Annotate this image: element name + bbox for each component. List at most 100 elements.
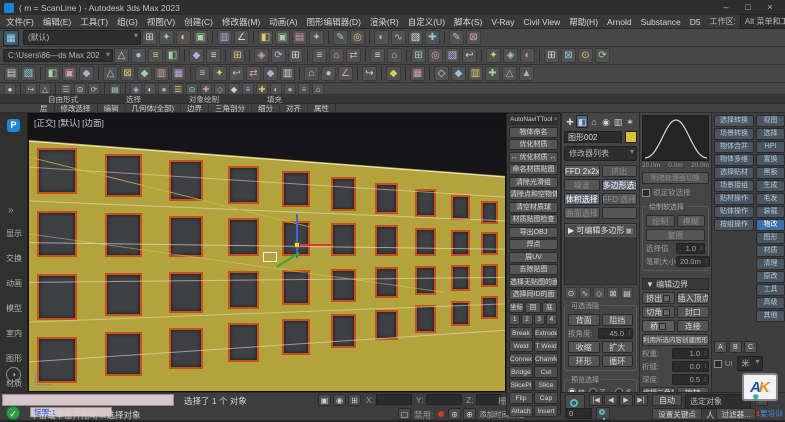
close-button[interactable]: × bbox=[759, 1, 781, 14]
isolate-toggle-icon[interactable]: ◆ bbox=[386, 66, 401, 81]
script-button[interactable]: HPI bbox=[756, 141, 785, 153]
save-scene-icon[interactable]: △ bbox=[114, 48, 129, 63]
poly-tool-button[interactable]: Attach bbox=[509, 405, 533, 417]
menu-item[interactable]: 工具(T) bbox=[80, 16, 108, 28]
script-button[interactable]: 清除光滑组 bbox=[509, 177, 558, 188]
window-opening[interactable] bbox=[228, 166, 259, 204]
chamfer-settings-icon[interactable] bbox=[663, 309, 670, 316]
modifier-button[interactable]: FFD 2x2x2 bbox=[564, 165, 600, 177]
window-opening[interactable] bbox=[228, 271, 259, 309]
ribbon-subtab[interactable]: 对齐 bbox=[280, 103, 308, 114]
create-shape-button[interactable]: 利用所选内容创建图形 bbox=[642, 334, 709, 346]
arnold-render-icon[interactable]: ⊠ bbox=[466, 30, 481, 45]
configure-modifier-sets-icon[interactable]: ▤ bbox=[621, 287, 633, 299]
selection-lock-icon[interactable]: ◉ bbox=[333, 394, 346, 406]
window-opening[interactable] bbox=[228, 323, 259, 361]
window-opening[interactable] bbox=[481, 201, 498, 224]
previous-frame-icon[interactable]: ◀ bbox=[604, 394, 618, 406]
script-button[interactable]: 选择贴材 bbox=[714, 167, 754, 179]
poly-tool-button[interactable]: Break bbox=[509, 327, 533, 339]
script-button[interactable]: 贴材操作 bbox=[714, 193, 754, 205]
menu-item[interactable]: D5 bbox=[690, 17, 701, 27]
stack-item-editable-poly[interactable]: ▶ 可编辑多边形 ▣ bbox=[565, 224, 636, 237]
add-selection-to-layer-icon[interactable]: ✦ bbox=[159, 30, 174, 45]
make-unique-icon[interactable]: ◇ bbox=[593, 287, 605, 299]
ribbon-subtab[interactable]: 几何体(全部) bbox=[126, 103, 182, 114]
modifier-button[interactable]: FFD 选择 bbox=[602, 193, 638, 205]
window-opening[interactable] bbox=[331, 314, 356, 347]
connect-button[interactable]: 连接 bbox=[677, 320, 710, 332]
capture-state-icon[interactable]: ◎ bbox=[350, 30, 365, 45]
create-layer-icon[interactable]: ⊞ bbox=[142, 30, 157, 45]
lock-soft-selection-checkbox[interactable] bbox=[642, 189, 650, 197]
window-opening[interactable] bbox=[105, 273, 142, 317]
window-opening[interactable] bbox=[375, 183, 398, 214]
script-button[interactable]: 选择 bbox=[756, 128, 785, 140]
bind-to-space-warp-icon[interactable]: ⊞ bbox=[288, 48, 303, 63]
selection-filter-icon[interactable]: ≡ bbox=[312, 48, 327, 63]
script-button[interactable]: 原改 bbox=[756, 271, 785, 283]
remove-modifier-icon[interactable]: ⊠ bbox=[607, 287, 619, 299]
menu-item[interactable]: Civil View bbox=[524, 17, 561, 27]
viewport-layout-icon[interactable]: ▦ bbox=[410, 66, 425, 81]
ribbon-subtab[interactable]: 修改选择 bbox=[55, 103, 98, 114]
align-tool-icon[interactable]: ▣ bbox=[62, 66, 77, 81]
dock-item[interactable]: 模型 bbox=[0, 296, 28, 321]
select-and-manipulate-icon[interactable]: ◐ bbox=[520, 48, 535, 63]
time-config-icon[interactable]: ⊕ bbox=[463, 408, 476, 420]
insert-vertex-button[interactable]: 插入顶点 bbox=[677, 292, 710, 304]
extrude-settings-icon[interactable] bbox=[663, 295, 670, 302]
dock-item[interactable]: 动画 bbox=[0, 271, 28, 296]
cap-button[interactable]: 封口 bbox=[677, 306, 710, 318]
modifier-button[interactable]: 多边形选择 bbox=[602, 179, 638, 191]
script-button[interactable]: 场景接组 bbox=[714, 180, 754, 192]
weight-spinner[interactable]: 1.0 bbox=[672, 348, 709, 359]
modifier-button[interactable]: 体积选择 bbox=[564, 193, 600, 205]
script-button[interactable]: 选择转换 bbox=[714, 115, 754, 127]
script-button[interactable]: 视图 bbox=[756, 115, 785, 127]
go-to-start-icon[interactable]: |◀ bbox=[589, 394, 603, 406]
script-button[interactable]: 选择无贴图的面 bbox=[509, 277, 558, 288]
isolate-selection-icon[interactable]: ▥ bbox=[217, 30, 232, 45]
pan-view-icon[interactable]: ▥ bbox=[468, 66, 483, 81]
render-production-icon[interactable]: ◆ bbox=[263, 66, 278, 81]
script-button[interactable]: 场景转换 bbox=[714, 128, 754, 140]
layer-list-dropdown[interactable]: (默认) bbox=[23, 30, 141, 45]
script-button[interactable]: 黑板 bbox=[756, 167, 785, 179]
selection-value-spinner[interactable]: 1.0 bbox=[676, 243, 705, 254]
window-opening[interactable] bbox=[331, 177, 356, 210]
by-angle-spinner[interactable]: 45.0 bbox=[598, 328, 633, 339]
poly-tool-button[interactable]: Chamfer bbox=[534, 353, 558, 365]
script-button[interactable]: 高级 bbox=[756, 297, 785, 309]
revert-button[interactable]: 复原 bbox=[646, 229, 705, 241]
menu-item[interactable]: 自定义(U) bbox=[408, 16, 445, 28]
script-button[interactable]: 展UV bbox=[509, 252, 558, 263]
hide-selected-icon[interactable]: ≡ bbox=[298, 83, 310, 95]
gear-icon[interactable]: ⊛ bbox=[448, 408, 461, 420]
expand-chevron-icon[interactable]: » bbox=[8, 205, 14, 216]
relax-tool-icon[interactable]: ● bbox=[284, 83, 296, 95]
menu-item[interactable]: 修改器(M) bbox=[222, 16, 260, 28]
frame-spinner[interactable]: 0 bbox=[566, 408, 592, 419]
unlink-selection-icon[interactable]: ⟳ bbox=[271, 48, 286, 63]
script-button[interactable]: ↔ 优化材质 ↔ bbox=[509, 152, 558, 163]
depth-spinner[interactable]: 0.5 bbox=[672, 374, 709, 385]
material-id-button[interactable]: 1 bbox=[509, 314, 520, 325]
script-button[interactable]: 焊点 bbox=[509, 239, 558, 250]
rendered-frame-window-icon[interactable]: ▧ bbox=[408, 30, 423, 45]
script-button[interactable]: 材质 bbox=[756, 245, 785, 257]
crossing-toggle-icon[interactable]: ⌂ bbox=[387, 48, 402, 63]
modifier-button[interactable] bbox=[602, 207, 638, 219]
select-and-move-icon[interactable]: ⊞ bbox=[411, 48, 426, 63]
chamfer-button[interactable]: 切角 bbox=[642, 306, 675, 318]
menu-item[interactable]: V-Ray bbox=[491, 17, 514, 27]
window-opening[interactable] bbox=[451, 230, 470, 256]
window-opening[interactable] bbox=[169, 160, 203, 201]
menu-item[interactable]: 图形编辑器(D) bbox=[307, 16, 361, 28]
select-object-icon[interactable]: ⌂ bbox=[329, 48, 344, 63]
play-icon[interactable]: ▶ bbox=[619, 394, 633, 406]
create-tab-icon[interactable]: ✚ bbox=[564, 115, 576, 128]
show-end-result-icon[interactable]: ∿ bbox=[579, 287, 591, 299]
utilities-tab-icon[interactable]: ✶ bbox=[624, 115, 636, 128]
window-opening[interactable] bbox=[481, 296, 498, 319]
